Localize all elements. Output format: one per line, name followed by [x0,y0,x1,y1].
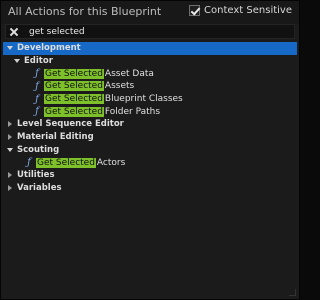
tree-category-scouting[interactable]: Scouting [3,144,297,157]
search-input[interactable] [29,26,289,38]
tree-action-item[interactable]: ƒ Get Selected Folder Paths [3,105,297,118]
context-sensitive-label: Context Sensitive [204,5,292,16]
tree-category-editor[interactable]: Editor [3,55,297,68]
function-icon: ƒ [35,80,39,92]
resize-grip[interactable] [289,289,296,296]
action-name: Assets [104,81,135,92]
tree-category-development[interactable]: Development [3,42,297,55]
action-name: Blueprint Classes [104,94,183,105]
blueprint-actions-panel: All Actions for this Blueprint Context S… [0,0,300,300]
action-name: Asset Data [104,68,154,79]
tree-action-item[interactable]: ƒ Get Selected Asset Data [3,67,297,80]
tree-category-label: Material Editing [17,132,94,143]
chevron-down-icon[interactable] [13,57,21,65]
search-match-highlight: Get Selected [44,68,104,79]
function-icon: ƒ [35,93,39,105]
tree-action-item[interactable]: ƒ Get Selected Assets [3,80,297,93]
tree-category-label: Utilities [17,170,55,181]
tree-category-label: Scouting [17,144,60,155]
chevron-right-icon[interactable] [6,133,14,141]
search-match-highlight: Get Selected [36,157,96,168]
search-match-highlight: Get Selected [44,106,104,117]
chevron-right-icon[interactable] [6,120,14,128]
tree-category-utilities[interactable]: Utilities [3,169,297,182]
panel-header: All Actions for this Blueprint Context S… [1,1,299,24]
tree-category-level-sequence-editor[interactable]: Level Sequence Editor [3,118,297,131]
context-sensitive-toggle[interactable]: Context Sensitive [189,5,292,16]
tree-action-item[interactable]: ƒ Get Selected Actors [3,156,297,169]
action-tree: Development Editor ƒ Get Selected Asset … [3,42,297,194]
tree-category-variables[interactable]: Variables [3,182,297,195]
function-icon: ƒ [35,68,39,80]
search-bar [5,24,295,39]
context-sensitive-checkbox[interactable] [189,5,201,16]
tree-action-item[interactable]: ƒ Get Selected Blueprint Classes [3,93,297,106]
panel-title: All Actions for this Blueprint [8,5,162,18]
search-match-highlight: Get Selected [44,81,104,92]
chevron-down-icon[interactable] [6,44,14,52]
tree-category-label: Variables [17,182,62,193]
function-icon: ƒ [27,157,31,169]
tree-category-label: Level Sequence Editor [17,119,124,130]
tree-category-label: Development [17,43,81,54]
chevron-right-icon[interactable] [6,171,14,179]
search-match-highlight: Get Selected [44,94,104,105]
action-name: Actors [96,157,126,168]
tree-category-label: Editor [24,56,53,67]
action-name: Folder Paths [104,106,161,117]
chevron-down-icon[interactable] [6,146,14,154]
function-icon: ƒ [35,106,39,118]
close-icon[interactable] [9,27,19,37]
tree-category-material-editing[interactable]: Material Editing [3,131,297,144]
chevron-right-icon[interactable] [6,184,14,192]
